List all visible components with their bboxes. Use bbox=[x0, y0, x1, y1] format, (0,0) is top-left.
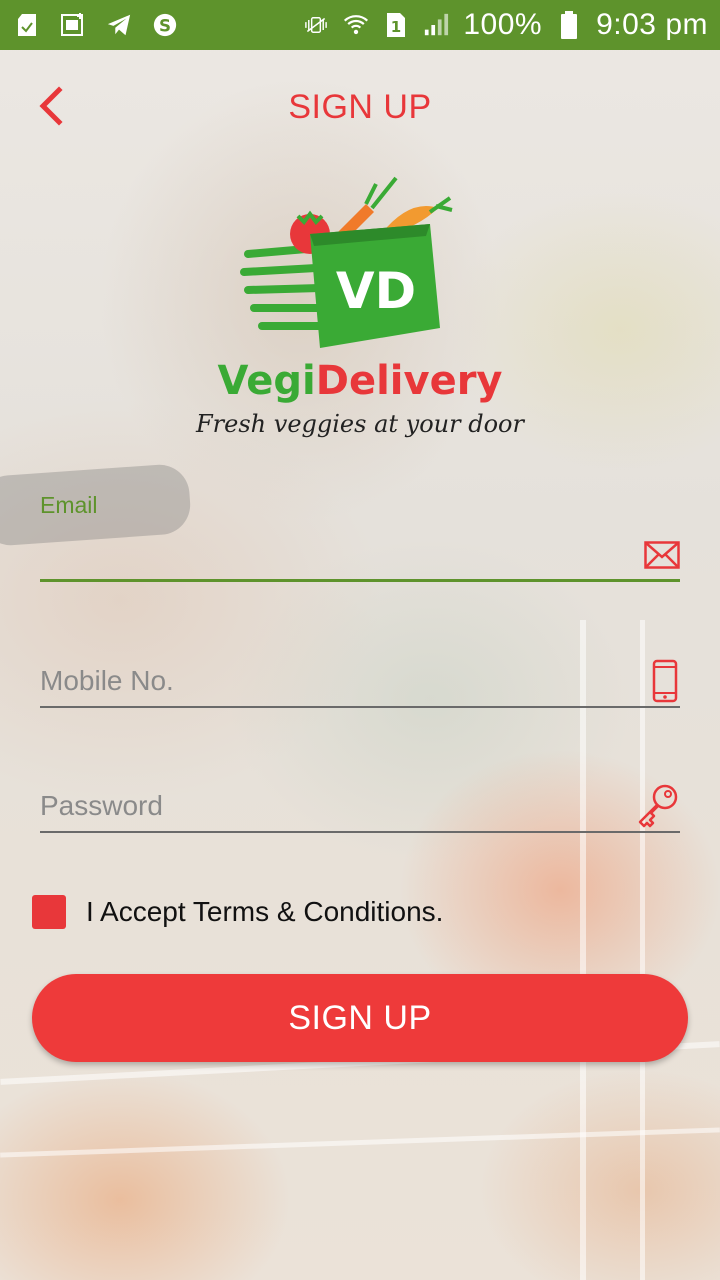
envelope-icon bbox=[644, 540, 680, 570]
app-header: SIGN UP bbox=[0, 70, 720, 150]
svg-text:1: 1 bbox=[391, 18, 401, 36]
gallery-notification-icon bbox=[60, 12, 86, 38]
password-input[interactable] bbox=[40, 786, 630, 826]
battery-icon bbox=[556, 11, 582, 39]
status-bar-notifications: S bbox=[14, 12, 178, 38]
password-underline bbox=[40, 831, 680, 833]
page-title: SIGN UP bbox=[288, 88, 432, 126]
sd-card-icon bbox=[14, 12, 40, 38]
clock: 9:03 pm bbox=[596, 8, 708, 41]
email-input[interactable] bbox=[40, 534, 630, 574]
logo-badge-text: VD bbox=[336, 262, 416, 320]
status-bar-system: 1 100% 9:03 pm bbox=[303, 8, 708, 42]
background-cart-bar bbox=[640, 620, 645, 1280]
email-field: Email bbox=[40, 492, 680, 584]
sim-icon: 1 bbox=[383, 12, 409, 38]
email-label: Email bbox=[40, 492, 98, 518]
terms-label[interactable]: I Accept Terms & Conditions. bbox=[86, 896, 443, 928]
mobile-input[interactable] bbox=[40, 661, 630, 701]
sign-up-button[interactable]: SIGN UP bbox=[32, 974, 688, 1062]
key-icon bbox=[636, 782, 680, 828]
app-logo: VD VegiDelivery Fresh veggies at your do… bbox=[190, 168, 530, 448]
telegram-icon bbox=[106, 12, 132, 38]
signal-icon bbox=[423, 12, 449, 38]
background-cart-bar bbox=[580, 620, 586, 1280]
brand-name: VegiDelivery bbox=[190, 358, 530, 404]
wifi-icon bbox=[343, 12, 369, 38]
background-cart-bar bbox=[0, 1127, 720, 1158]
brand-name-part2: Delivery bbox=[315, 358, 503, 404]
mobile-underline bbox=[40, 706, 680, 708]
svg-text:S: S bbox=[159, 16, 171, 36]
status-bar: S 1 100% 9:03 pm bbox=[0, 0, 720, 50]
email-underline bbox=[40, 579, 680, 582]
brand-name-part1: Vegi bbox=[217, 358, 316, 404]
password-field bbox=[40, 780, 680, 834]
battery-percent: 100% bbox=[463, 8, 543, 41]
terms-checkbox[interactable] bbox=[32, 895, 66, 929]
skype-icon: S bbox=[152, 12, 178, 38]
logo-graphic: VD bbox=[240, 176, 453, 348]
mobile-phone-icon bbox=[650, 659, 680, 703]
brand-tagline: Fresh veggies at your door bbox=[196, 410, 524, 438]
vibrate-icon bbox=[303, 12, 329, 38]
terms-row: I Accept Terms & Conditions. bbox=[32, 893, 443, 931]
mobile-field bbox=[40, 655, 680, 709]
